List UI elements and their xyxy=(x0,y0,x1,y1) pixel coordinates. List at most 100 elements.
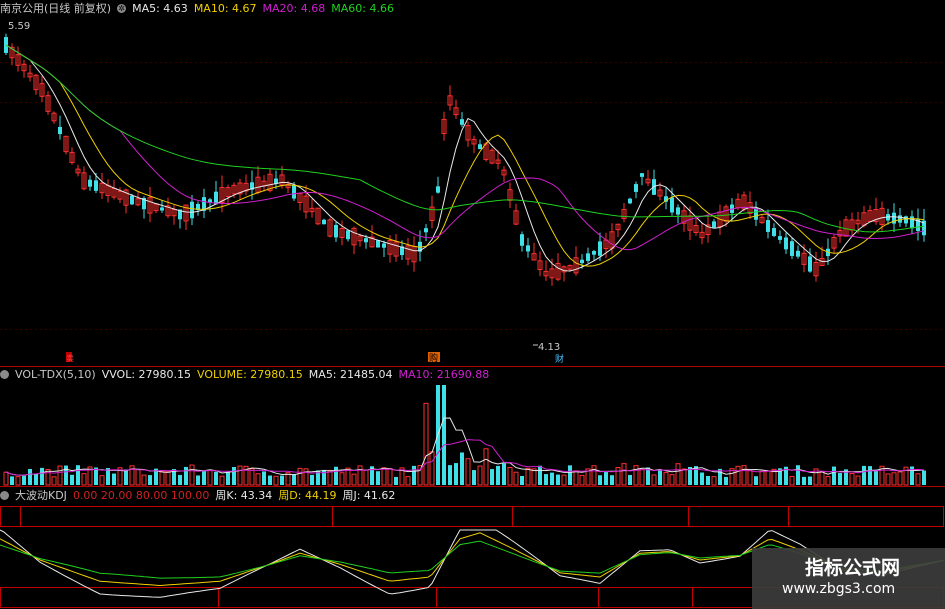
volume-bar-down xyxy=(76,465,80,485)
volume-bar-down xyxy=(412,465,416,485)
volume-bar-up xyxy=(891,472,897,486)
volume-bar-up xyxy=(663,471,669,486)
volume-bar-up xyxy=(237,465,243,486)
volume-bar-down xyxy=(796,465,800,485)
volume-bar-up xyxy=(507,467,513,486)
volume-bar-down xyxy=(598,475,602,485)
volume-bar-up xyxy=(651,474,657,486)
volume-bar-up xyxy=(363,469,369,486)
candle-down xyxy=(520,234,524,246)
volume-bar-down xyxy=(658,469,662,485)
volume-bar-up xyxy=(99,475,105,486)
volume-bar-down xyxy=(178,474,182,485)
volume-label: VOLUME: 27980.15 xyxy=(197,367,303,381)
candle-down xyxy=(676,207,680,215)
volume-bar-down xyxy=(376,471,380,485)
kdj-k-label: 周K: 43.34 xyxy=(215,489,273,502)
candle-down xyxy=(670,197,674,213)
volume-bar-up xyxy=(273,475,279,486)
volume-bar-up xyxy=(423,402,429,486)
kdj-top-strip xyxy=(0,506,944,527)
volume-bar-up xyxy=(477,465,483,486)
volume-bar-up xyxy=(681,468,687,486)
volume-bar-up xyxy=(855,475,861,486)
cai-marker-label: 财 xyxy=(555,353,564,365)
volume-bar-up xyxy=(621,463,627,486)
volume-bar-up xyxy=(789,476,795,486)
volume-bar-up xyxy=(405,476,411,486)
candle-down xyxy=(292,185,296,199)
volume-bar-up xyxy=(15,476,21,486)
volume-bar-down xyxy=(34,473,38,485)
volume-bar-up xyxy=(483,448,489,486)
volume-bar-down xyxy=(520,475,524,485)
volume-bar-up xyxy=(525,467,531,486)
volume-bar-down xyxy=(502,463,506,485)
candle-down xyxy=(58,126,62,135)
volume-bar-down xyxy=(538,465,542,485)
candle-down xyxy=(784,237,788,250)
volume-bar-up xyxy=(759,470,765,486)
volume-bar-up xyxy=(591,465,597,486)
volume-bar-up xyxy=(303,468,309,486)
volume-bar-down xyxy=(214,471,218,485)
volume-bar-up xyxy=(135,469,141,486)
volume-bar-down xyxy=(112,473,116,485)
kdj-header: 大波动KDJ 0.00 20.00 80.00 100.00 周K: 43.34… xyxy=(0,488,395,502)
volume-bar-up xyxy=(249,468,255,486)
circle-icon[interactable] xyxy=(0,369,9,379)
kdj-indicator-label: 大波动KDJ xyxy=(15,489,67,502)
volume-bar-up xyxy=(141,474,147,486)
volume-bar-up xyxy=(513,471,519,486)
volume-bar-down xyxy=(802,476,806,485)
volume-bar-down xyxy=(706,476,710,485)
candle-down xyxy=(478,144,482,150)
volume-bar-down xyxy=(40,467,44,485)
volume-bar-up xyxy=(3,471,9,486)
volume-bar-down xyxy=(568,465,572,485)
volume-bar-up xyxy=(573,470,579,486)
volume-bar-up xyxy=(633,465,639,486)
volume-bar-down xyxy=(556,474,560,485)
vol-ma5-label: MA5: 21485.04 xyxy=(308,367,393,381)
volume-bar-down xyxy=(718,468,722,485)
volume-bar-up xyxy=(255,473,261,486)
kdj-d-label: 周D: 44.19 xyxy=(278,489,337,502)
candle-down xyxy=(376,240,380,248)
candle-down xyxy=(580,259,584,264)
candle-down xyxy=(364,238,368,243)
volume-bar-down xyxy=(442,385,446,485)
candle-down xyxy=(382,243,386,248)
vol-ma10-label: MA10: 21690.88 xyxy=(398,367,490,381)
volume-bar-up xyxy=(747,469,753,486)
vvol-label: VVOL: 27980.15 xyxy=(101,367,192,381)
candle-down xyxy=(766,220,770,232)
volume-bar-up xyxy=(711,476,717,486)
candle-down xyxy=(88,179,92,187)
circle-icon[interactable] xyxy=(0,490,9,500)
volume-bar-down xyxy=(610,475,614,485)
candle-down xyxy=(778,236,782,240)
volume-bar-up xyxy=(465,458,471,486)
chart-canvas[interactable]: 5.59 4.13 卖 购 财 xyxy=(0,0,945,609)
volume-bar-down xyxy=(148,475,152,485)
candle-down xyxy=(796,250,800,257)
volume-bar-up xyxy=(351,473,357,486)
volume-bar-up xyxy=(639,468,645,486)
low-price-label: 4.13 xyxy=(538,342,560,353)
volume-bar-up xyxy=(765,470,771,486)
volume-bar-down xyxy=(754,476,758,485)
volume-bar-down xyxy=(922,470,926,485)
volume-bar-up xyxy=(579,474,585,486)
candle-down xyxy=(322,219,326,225)
volume-bar-up xyxy=(81,473,87,486)
volume-bar-up xyxy=(669,474,675,486)
volume-bar-down xyxy=(874,469,878,485)
volume-bar-down xyxy=(232,467,236,485)
watermark-title: 指标公式网 xyxy=(805,557,901,579)
stock-chart-window: 南京公用(日线 前复权) ✲ MA5: 4.63 MA10: 4.67 MA20… xyxy=(0,0,945,609)
volume-bar-down xyxy=(472,470,476,485)
volume-bar-up xyxy=(735,465,741,486)
volume-bar-down xyxy=(202,470,206,485)
volume-bar-down xyxy=(184,466,188,485)
